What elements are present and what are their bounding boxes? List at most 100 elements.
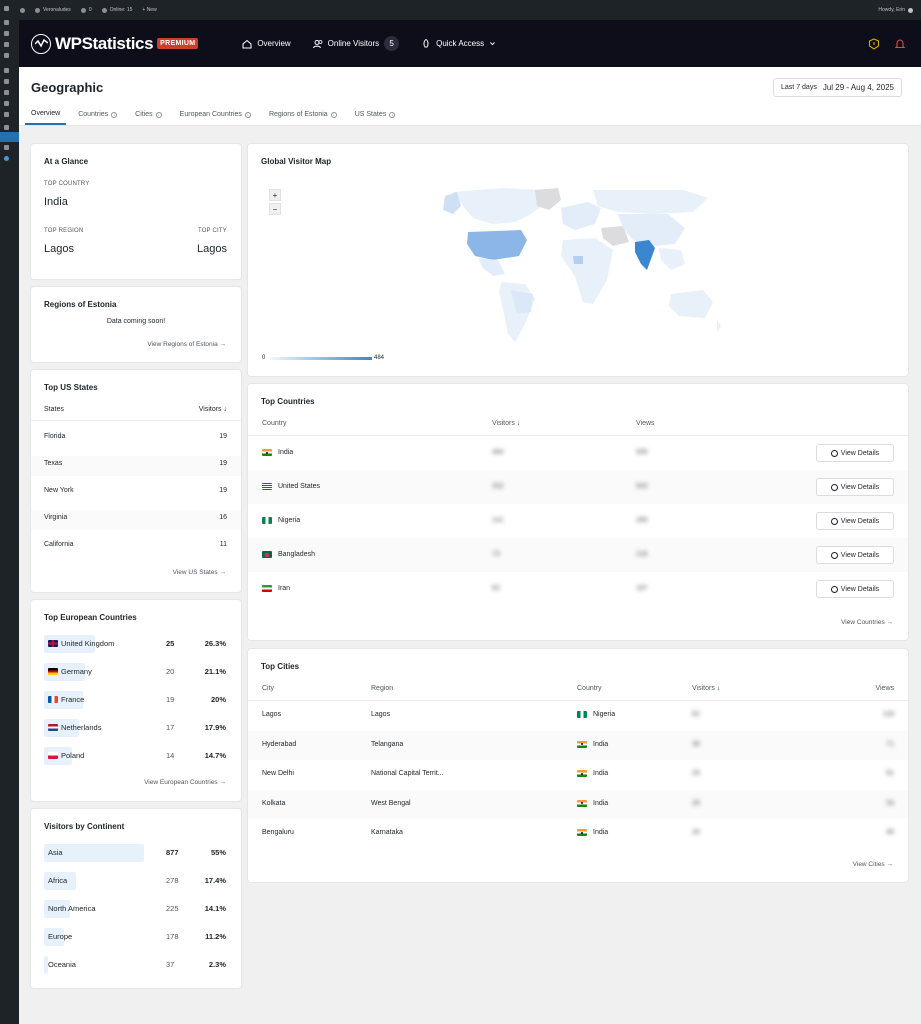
city-row: Kolkata West Bengal India 28 54 (248, 789, 908, 819)
city-visitors: 28 (692, 799, 700, 807)
top-country-label: TOP COUNTRY (44, 181, 90, 187)
country-name: Netherlands (61, 723, 102, 732)
tab-european-countries[interactable]: European Countries i (180, 110, 251, 125)
tab-overview[interactable]: Overview (25, 110, 67, 125)
continent-label: Africa (48, 876, 67, 885)
nav-overview[interactable]: Overview (242, 39, 291, 49)
wp-logo-icon[interactable] (20, 7, 25, 13)
continent-visitors: 877 (166, 848, 179, 857)
menu-pages-icon[interactable] (4, 42, 9, 47)
map-region-southeast-asia (659, 248, 685, 270)
tab-countries[interactable]: Countries i (78, 110, 118, 125)
info-icon: i (244, 111, 251, 118)
continent-visitors: 225 (166, 904, 179, 913)
view-details-button[interactable]: View Details (816, 444, 894, 462)
tab-regions-of-estonia[interactable]: Regions of Estonia i (269, 110, 337, 125)
country-views: 167 (636, 585, 648, 592)
map-region-australia (669, 290, 713, 318)
card-title: Top Cities (261, 662, 300, 671)
tab-us-states[interactable]: US States i (355, 110, 396, 125)
country-name: Poland (61, 751, 85, 760)
bell-icon[interactable] (894, 38, 906, 50)
view-details-button[interactable]: View Details (816, 478, 894, 496)
us-state-row: California 11 (31, 537, 241, 557)
menu-tools-icon[interactable] (4, 101, 9, 106)
comments-link[interactable]: 0 (80, 7, 92, 13)
notice-icon[interactable] (868, 37, 880, 50)
city-row: Bengaluru Karnataka India 26 46 (248, 819, 908, 848)
map-region-new-zealand (717, 320, 721, 332)
view-countries-link[interactable]: View Countries → (841, 619, 893, 626)
info-icon: i (389, 111, 396, 118)
view-details-button[interactable]: View Details (816, 512, 894, 530)
menu-dashboard-icon[interactable] (4, 6, 9, 11)
map-zoom-out-button[interactable]: − (269, 203, 281, 215)
menu-plugins-icon[interactable] (4, 79, 9, 84)
menu-media-icon[interactable] (4, 31, 9, 36)
visitors-sort-header[interactable]: Visitors ↓ (199, 406, 227, 413)
flag-ng-icon (577, 711, 587, 718)
country-row: Iran 63 167 View Details (248, 572, 908, 606)
us-state-row: New York 19 (31, 483, 241, 503)
online-link[interactable]: Online: 15 (101, 7, 132, 13)
country-visitors: 14 (166, 751, 175, 760)
country-visitors: 20 (166, 667, 175, 676)
nav-quick-access[interactable]: Quick Access (421, 38, 496, 49)
country-percent: 21.1% (204, 667, 226, 676)
continent-visitors: 278 (166, 876, 179, 885)
country-cell: Iran (262, 585, 290, 592)
col-visitors-sort[interactable]: Visitors ↓ (692, 685, 720, 692)
account-menu[interactable]: Howdy, Erin (878, 7, 913, 13)
view-cities-link[interactable]: View Cities → (853, 861, 893, 868)
continent-visitors: 178 (166, 932, 179, 941)
wps-logo[interactable]: WPStatistics PREMIUM (31, 33, 199, 54)
tab-cities[interactable]: Cities i (135, 110, 162, 125)
country-name: India (278, 449, 294, 456)
city-country: India (577, 770, 608, 777)
country-views: 216 (636, 551, 648, 558)
country-name: France (61, 695, 85, 704)
col-visitors-sort[interactable]: Visitors ↓ (492, 420, 520, 427)
map-zoom-in-button[interactable]: + (269, 189, 281, 201)
continent-percent: 14.1% (204, 904, 226, 913)
tab-bar: Overview Countries i Cities i European Cou… (25, 110, 396, 125)
city-row: New Delhi National Capital Territ... India… (248, 760, 908, 789)
home-icon (242, 39, 252, 48)
view-details-button[interactable]: View Details (816, 546, 894, 564)
city-region: West Bengal (371, 799, 411, 807)
site-name-link[interactable]: Veronaludes (35, 7, 71, 13)
col-country: Country (262, 420, 287, 427)
view-european-countries-link[interactable]: View European Countries → (144, 779, 226, 786)
flag-de-icon (48, 668, 58, 675)
state-visitors: 19 (219, 460, 227, 467)
menu-settings-icon[interactable] (4, 112, 9, 117)
us-state-row: Texas 19 (31, 456, 241, 476)
world-map[interactable] (423, 184, 723, 354)
date-range-picker[interactable]: Last 7 days Jul 29 - Aug 4, 2025 (773, 78, 902, 97)
country-percent: 20% (210, 695, 226, 704)
state-name: Florida (44, 433, 66, 440)
menu-posts-icon[interactable] (4, 20, 9, 25)
new-content-link[interactable]: + New (142, 7, 156, 13)
menu-circle-icon[interactable] (4, 156, 9, 161)
menu-statistics-active[interactable] (0, 132, 19, 142)
view-us-states-link[interactable]: View US States → (173, 569, 226, 576)
view-details-button[interactable]: View Details (816, 580, 894, 598)
country-row: Bangladesh 73 216 View Details (248, 538, 908, 572)
flag-ng-icon (262, 517, 272, 524)
menu-users-icon[interactable] (4, 90, 9, 95)
col-city: City (262, 685, 275, 692)
flag-in-icon (577, 740, 587, 748)
menu-comments-icon[interactable] (4, 53, 9, 58)
menu-mail-icon[interactable] (4, 125, 9, 130)
menu-appearance-icon[interactable] (4, 68, 9, 73)
flag-ir-icon (262, 585, 272, 592)
map-legend-gradient (270, 357, 372, 360)
view-regions-of-estonia-link[interactable]: View Regions of Estonia → (147, 341, 226, 348)
card-title: Top European Countries (44, 613, 137, 622)
country-cell: Nigeria (262, 517, 300, 524)
continent-row: Oceania 37 2.3% (44, 956, 226, 974)
legend-max: 484 (374, 355, 385, 361)
menu-chart-icon[interactable] (4, 145, 9, 150)
nav-online-visitors[interactable]: Online Visitors 5 (312, 36, 400, 51)
